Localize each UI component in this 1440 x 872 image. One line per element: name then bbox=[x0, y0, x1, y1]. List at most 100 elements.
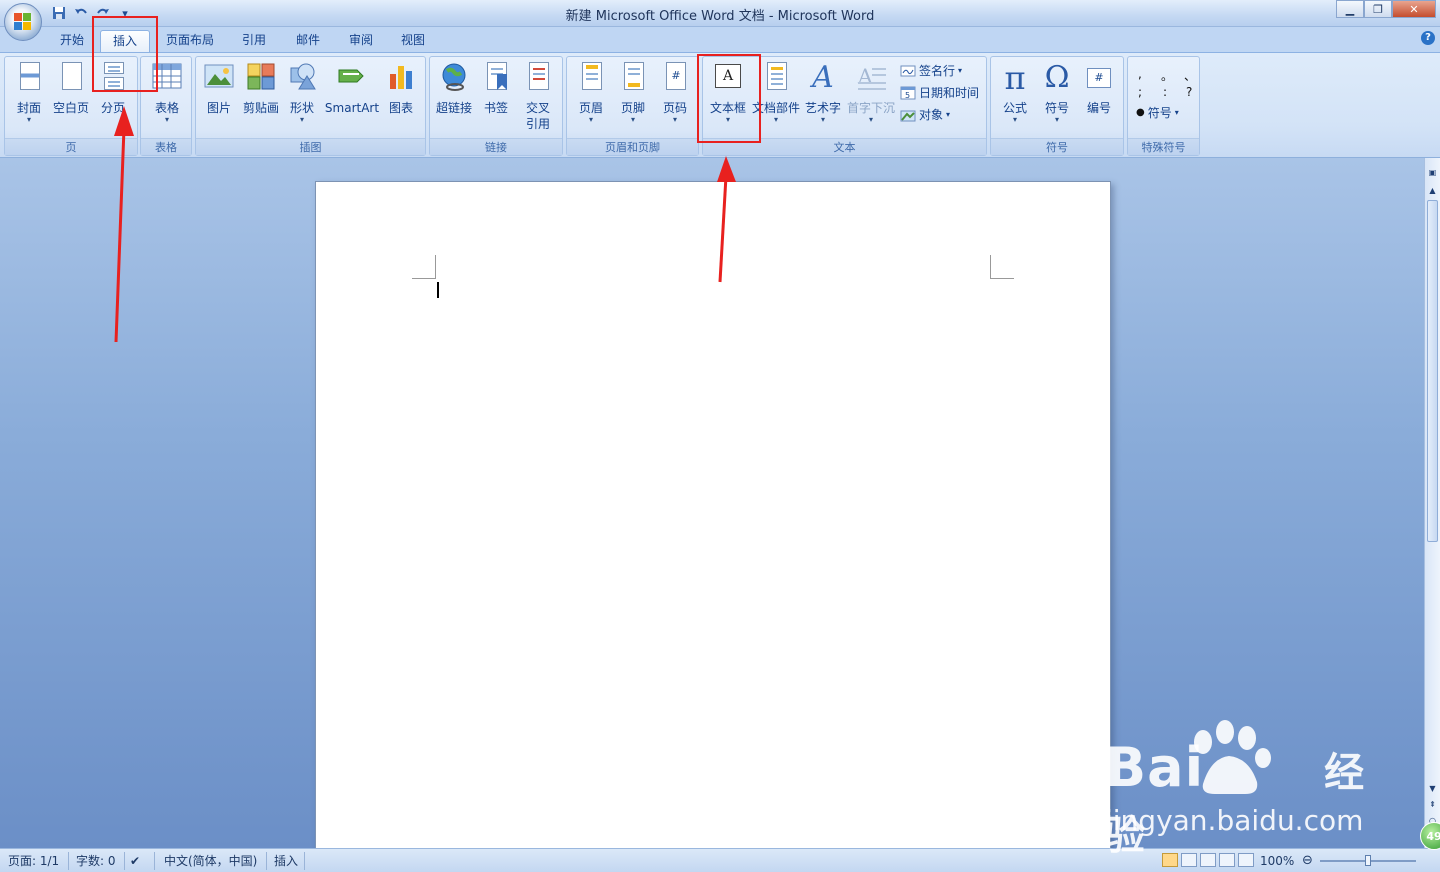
annotation-box-textbox bbox=[697, 54, 761, 143]
special-symbol-dropdown[interactable]: ● 符号 ▾ bbox=[1136, 103, 1179, 123]
pi-icon: π bbox=[1004, 59, 1026, 97]
chevron-down-icon: ▾ bbox=[1054, 115, 1059, 124]
calendar-icon: 5 bbox=[900, 86, 916, 100]
special-char[interactable]: : bbox=[1163, 85, 1167, 99]
minimize-button[interactable]: ▁ bbox=[1336, 0, 1364, 18]
wordart-button[interactable]: A 艺术字 ▾ bbox=[801, 59, 845, 135]
hyperlink-button[interactable]: 超链接 bbox=[432, 59, 476, 135]
equation-button[interactable]: π 公式 ▾ bbox=[993, 59, 1037, 135]
header-icon bbox=[576, 62, 606, 94]
group-label-illustrations: 插图 bbox=[196, 138, 425, 155]
chevron-down-icon: ▾ bbox=[820, 115, 825, 124]
numbering-icon: # bbox=[1084, 62, 1114, 94]
shapes-button[interactable]: 形状 ▾ bbox=[284, 59, 320, 135]
status-divider bbox=[68, 852, 69, 870]
tab-references[interactable]: 引用 bbox=[232, 30, 276, 52]
tab-page-layout[interactable]: 页面布局 bbox=[158, 30, 222, 52]
chevron-down-icon: ▾ bbox=[630, 115, 635, 124]
chevron-down-icon: ▾ bbox=[588, 115, 593, 124]
previous-page-icon[interactable]: ⇞ bbox=[1426, 798, 1439, 811]
cross-reference-button[interactable]: 交叉 引用 bbox=[518, 59, 558, 135]
smartart-icon bbox=[337, 62, 367, 94]
footer-button[interactable]: 页脚 ▾ bbox=[613, 59, 653, 135]
office-button[interactable] bbox=[4, 3, 42, 41]
watermark-brand: Bai 经验 bbox=[1105, 736, 1366, 859]
chevron-down-icon: ▾ bbox=[946, 110, 951, 119]
group-header-footer: 页眉 ▾ 页脚 ▾ # 页码 ▾ 页眉和页脚 bbox=[566, 56, 699, 156]
proofing-icon[interactable]: ✔ bbox=[130, 853, 140, 869]
chevron-down-icon: ▾ bbox=[26, 115, 31, 124]
ruler-toggle-icon[interactable]: ▣ bbox=[1426, 166, 1439, 179]
scroll-thumb[interactable] bbox=[1427, 200, 1438, 542]
group-symbols: π 公式 ▾ Ω 符号 ▾ # 编号 符号 bbox=[990, 56, 1124, 156]
text-cursor bbox=[437, 282, 439, 298]
status-divider bbox=[124, 852, 125, 870]
group-illustrations: 图片 剪贴画 形状 ▾ SmartArt 图表 插图 bbox=[195, 56, 426, 156]
scroll-up-icon[interactable]: ▲ bbox=[1426, 184, 1439, 197]
page-number-icon: # bbox=[660, 62, 690, 94]
signature-icon bbox=[900, 64, 916, 78]
chevron-down-icon: ▾ bbox=[868, 115, 873, 124]
window-controls: ▁ ❐ ✕ bbox=[1336, 0, 1436, 18]
date-time-button[interactable]: 5 日期和时间 bbox=[900, 83, 979, 103]
language-indicator[interactable]: 中文(简体，中国) bbox=[164, 853, 257, 869]
bookmark-button[interactable]: 书签 bbox=[476, 59, 516, 135]
special-char[interactable]: 、 bbox=[1184, 67, 1196, 84]
cover-page-icon bbox=[14, 62, 44, 94]
drop-cap-button[interactable]: A 首字下沉 ▾ bbox=[845, 59, 897, 135]
status-divider bbox=[266, 852, 267, 870]
insert-mode[interactable]: 插入 bbox=[274, 853, 298, 869]
status-divider bbox=[304, 852, 305, 870]
annotation-box-insert-tab bbox=[92, 16, 158, 92]
special-char[interactable]: ? bbox=[1186, 85, 1192, 99]
special-char[interactable]: 。 bbox=[1161, 67, 1173, 84]
group-label-header-footer: 页眉和页脚 bbox=[567, 138, 698, 155]
cross-reference-icon bbox=[523, 62, 553, 94]
numbering-button[interactable]: # 编号 bbox=[1079, 59, 1119, 135]
picture-icon bbox=[204, 62, 234, 94]
restore-button[interactable]: ❐ bbox=[1364, 0, 1392, 18]
clipart-button[interactable]: 剪贴画 bbox=[240, 59, 282, 135]
clipart-icon bbox=[246, 62, 276, 94]
object-icon bbox=[900, 108, 916, 122]
group-label-symbols: 符号 bbox=[991, 138, 1123, 155]
office-logo-icon bbox=[14, 13, 32, 31]
group-links: 超链接 书签 交叉 引用 链接 bbox=[429, 56, 563, 156]
tab-review[interactable]: 审阅 bbox=[339, 30, 383, 52]
smartart-button[interactable]: SmartArt bbox=[322, 59, 382, 135]
page-number-button[interactable]: # 页码 ▾ bbox=[655, 59, 695, 135]
close-button[interactable]: ✕ bbox=[1392, 0, 1436, 18]
special-char[interactable]: , bbox=[1138, 67, 1142, 81]
picture-button[interactable]: 图片 bbox=[200, 59, 238, 135]
vertical-scrollbar[interactable]: ▣ ▲ ▼ ⇞ ○ bbox=[1424, 158, 1440, 848]
symbol-button[interactable]: Ω 符号 ▾ bbox=[1037, 59, 1077, 135]
object-button[interactable]: 对象 ▾ bbox=[900, 105, 950, 125]
special-char[interactable]: ; bbox=[1138, 85, 1142, 99]
scroll-down-icon[interactable]: ▼ bbox=[1426, 782, 1439, 795]
tab-view[interactable]: 视图 bbox=[391, 30, 435, 52]
chevron-down-icon: ▾ bbox=[672, 115, 677, 124]
annotation-arrow-insert bbox=[114, 106, 134, 343]
crop-mark-top-right bbox=[990, 255, 1014, 279]
bookmark-icon bbox=[481, 62, 511, 94]
tab-mailings[interactable]: 邮件 bbox=[286, 30, 330, 52]
chevron-down-icon: ▾ bbox=[1012, 115, 1017, 124]
blank-page-button[interactable]: 空白页 bbox=[49, 59, 93, 135]
drop-cap-icon: A bbox=[856, 62, 886, 94]
group-special-symbols: , 。 、 ; : ? ● 符号 ▾ 特殊符号 bbox=[1127, 56, 1200, 156]
help-icon[interactable]: ? bbox=[1421, 31, 1435, 45]
group-label-links: 链接 bbox=[430, 138, 562, 155]
signature-line-button[interactable]: 签名行 ▾ bbox=[900, 61, 962, 81]
cover-button[interactable]: 封面 ▾ bbox=[9, 59, 49, 135]
word-count[interactable]: 字数: 0 bbox=[76, 853, 116, 869]
blank-page-icon bbox=[56, 62, 86, 94]
tab-home[interactable]: 开始 bbox=[50, 30, 94, 52]
header-button[interactable]: 页眉 ▾ bbox=[571, 59, 611, 135]
chart-button[interactable]: 图表 bbox=[382, 59, 420, 135]
quick-parts-icon bbox=[761, 62, 791, 94]
page-count[interactable]: 页面: 1/1 bbox=[8, 853, 59, 869]
ribbon-tabs: 开始 插入 页面布局 引用 邮件 审阅 视图 bbox=[0, 27, 1440, 52]
crop-mark-top-left bbox=[412, 255, 436, 279]
chevron-down-icon: ▾ bbox=[958, 66, 963, 75]
green-badge: 49 bbox=[1420, 822, 1440, 850]
